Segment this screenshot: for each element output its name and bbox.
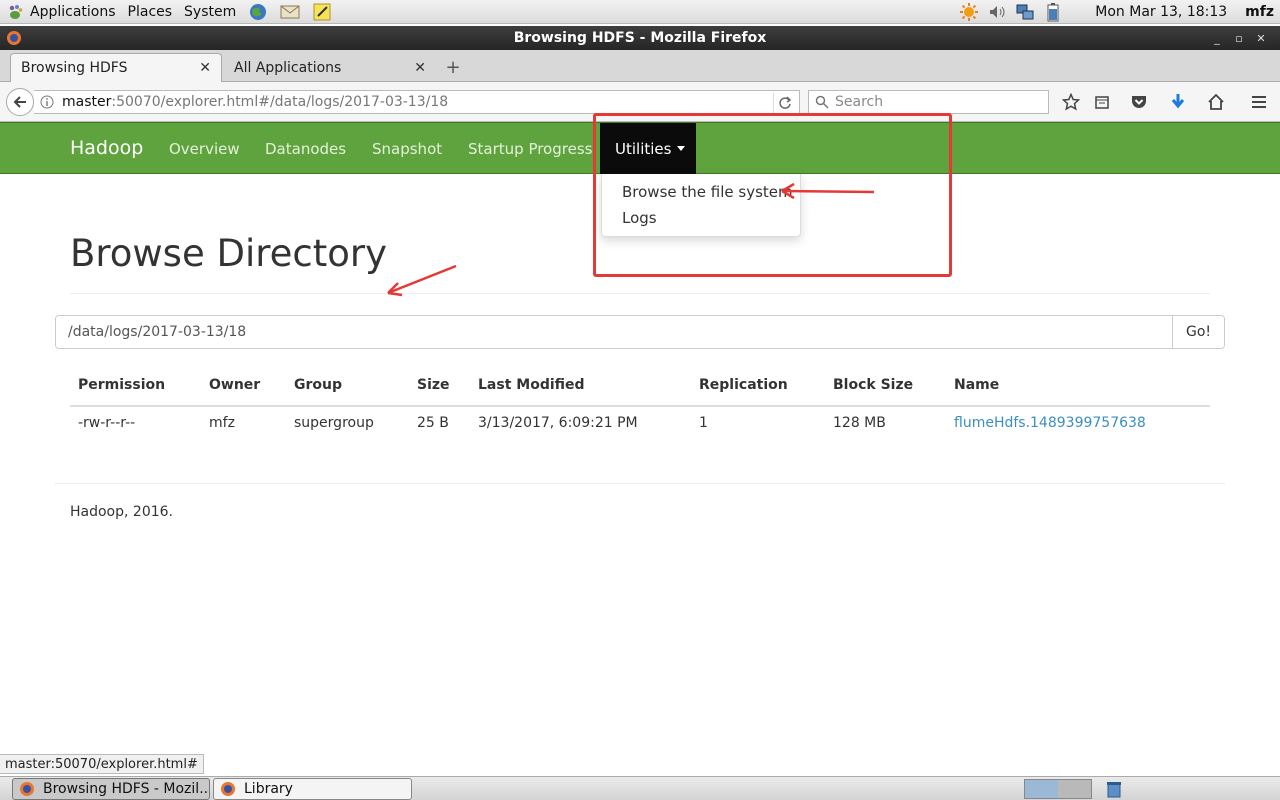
menu-item-logs[interactable]: Logs xyxy=(622,209,657,227)
applications-menu-label: Applications xyxy=(30,3,116,20)
cell-block-size: 128 MB xyxy=(833,415,886,431)
tab-browsing-hdfs[interactable]: Browsing HDFS ✕ xyxy=(10,53,222,82)
close-tab-icon[interactable]: ✕ xyxy=(199,60,211,76)
taskbar: Browsing HDFS - Mozil... Library xyxy=(0,776,1280,800)
reload-icon xyxy=(778,96,791,109)
places-menu[interactable]: Places xyxy=(122,0,179,24)
taskbar-item-label: Library xyxy=(244,781,293,797)
col-header-size[interactable]: Size xyxy=(417,377,450,393)
back-arrow-icon xyxy=(13,96,26,108)
network-icon[interactable] xyxy=(1015,2,1035,22)
trash-icon[interactable] xyxy=(1104,779,1124,799)
hadoop-navbar: Hadoop Overview Datanodes Snapshot Start… xyxy=(0,122,1280,174)
cell-size: 25 B xyxy=(417,415,449,431)
tab-label: All Applications xyxy=(234,59,342,76)
cell-replication: 1 xyxy=(699,415,708,431)
cell-permission: -rw-r--r-- xyxy=(78,415,136,431)
cell-last-modified: 3/13/2017, 6:09:21 PM xyxy=(478,415,638,431)
menu-item-browse-file-system[interactable]: Browse the file system xyxy=(622,183,793,201)
url-rest: :50070/explorer.html#/data/logs/2017-03-… xyxy=(111,94,449,110)
nav-toolbar: master:50070/explorer.html#/data/logs/20… xyxy=(0,82,1280,122)
minimize-button[interactable]: _ xyxy=(1206,28,1228,48)
divider xyxy=(70,293,1210,294)
path-input[interactable] xyxy=(56,316,1172,348)
annotation-arrow-title xyxy=(387,264,457,297)
utilities-dropdown-menu: Browse the file system Logs xyxy=(601,174,801,237)
col-header-last-modified[interactable]: Last Modified xyxy=(478,377,585,393)
close-window-button[interactable]: ✕ xyxy=(1250,28,1272,48)
taskbar-item-firefox[interactable]: Browsing HDFS - Mozil... xyxy=(12,778,210,800)
col-header-owner[interactable]: Owner xyxy=(209,377,260,393)
update-notifier-icon[interactable] xyxy=(959,2,979,22)
user-name[interactable]: mfz xyxy=(1245,4,1274,20)
table-header-divider xyxy=(70,405,1210,407)
reload-button[interactable] xyxy=(773,93,795,113)
go-button[interactable]: Go! xyxy=(1172,316,1224,348)
search-input[interactable] xyxy=(835,94,1035,110)
nav-utilities-dropdown[interactable]: Utilities xyxy=(600,123,696,174)
back-button[interactable] xyxy=(6,88,34,116)
page-footer: Hadoop, 2016. xyxy=(70,504,173,520)
volume-icon[interactable] xyxy=(987,2,1007,22)
bookmark-star-icon[interactable] xyxy=(1061,92,1081,112)
tab-label: Browsing HDFS xyxy=(21,60,128,76)
search-bar[interactable] xyxy=(808,90,1049,114)
tab-all-applications[interactable]: All Applications ✕ xyxy=(224,53,436,82)
firefox-icon xyxy=(20,782,34,796)
downloads-icon[interactable] xyxy=(1168,92,1188,112)
nav-startup-progress[interactable]: Startup Progress xyxy=(468,140,592,158)
workspace-2[interactable] xyxy=(1058,780,1091,798)
nav-datanodes[interactable]: Datanodes xyxy=(265,140,346,158)
caret-down-icon xyxy=(677,146,686,151)
col-header-permission[interactable]: Permission xyxy=(78,377,165,393)
system-menu[interactable]: System xyxy=(178,0,242,24)
maximize-button[interactable]: ▫ xyxy=(1228,28,1250,48)
status-bar: master:50070/explorer.html# xyxy=(0,754,204,774)
file-name-link[interactable]: flumeHdfs.1489399757638 xyxy=(954,415,1146,431)
cell-group: supergroup xyxy=(294,415,374,431)
page-title: Browse Directory xyxy=(70,232,388,275)
workspace-1[interactable] xyxy=(1025,780,1058,798)
hamburger-menu-icon[interactable] xyxy=(1249,92,1269,112)
firefox-icon xyxy=(221,782,235,796)
col-header-replication[interactable]: Replication xyxy=(699,377,788,393)
window-titlebar: Browsing HDFS - Mozilla Firefox _ ▫ ✕ xyxy=(0,26,1280,50)
home-icon[interactable] xyxy=(1206,92,1226,112)
bookmarks-menu-icon[interactable] xyxy=(1092,92,1112,112)
hadoop-brand[interactable]: Hadoop xyxy=(70,137,143,159)
email-launcher-icon[interactable] xyxy=(279,2,301,22)
text-editor-launcher-icon[interactable] xyxy=(311,2,333,22)
gnome-foot-icon xyxy=(9,4,23,19)
tab-strip: Browsing HDFS ✕ All Applications ✕ + xyxy=(0,50,1280,82)
utilities-label: Utilities xyxy=(615,139,672,158)
cell-owner: mfz xyxy=(209,415,235,431)
battery-icon[interactable] xyxy=(1043,2,1063,22)
url-bar[interactable]: master:50070/explorer.html#/data/logs/20… xyxy=(34,90,800,114)
path-form: Go! xyxy=(55,315,1225,349)
pocket-icon[interactable] xyxy=(1129,92,1149,112)
web-browser-launcher-icon[interactable] xyxy=(247,2,269,22)
url-host: master xyxy=(62,94,112,110)
col-header-group[interactable]: Group xyxy=(294,377,342,393)
col-header-block-size[interactable]: Block Size xyxy=(833,377,913,393)
site-info-icon[interactable] xyxy=(40,95,54,109)
nav-overview[interactable]: Overview xyxy=(169,140,240,158)
divider xyxy=(55,483,1225,484)
top-panel: Applications Places System Mon Mar 13, 1… xyxy=(0,0,1280,24)
places-menu-label: Places xyxy=(127,3,173,20)
firefox-logo-icon xyxy=(7,31,21,45)
col-header-name[interactable]: Name xyxy=(954,377,999,393)
search-icon xyxy=(815,95,829,109)
workspace-switcher[interactable] xyxy=(1024,779,1092,799)
system-menu-label: System xyxy=(184,3,237,20)
window-title: Browsing HDFS - Mozilla Firefox xyxy=(513,30,767,46)
nav-snapshot[interactable]: Snapshot xyxy=(372,140,442,158)
taskbar-item-library[interactable]: Library xyxy=(213,778,412,800)
new-tab-button[interactable]: + xyxy=(440,55,466,79)
close-tab-icon[interactable]: ✕ xyxy=(414,60,426,76)
taskbar-item-label: Browsing HDFS - Mozil... xyxy=(43,781,210,797)
clock[interactable]: Mon Mar 13, 18:13 xyxy=(1095,4,1227,20)
applications-menu[interactable]: Applications xyxy=(0,0,122,24)
